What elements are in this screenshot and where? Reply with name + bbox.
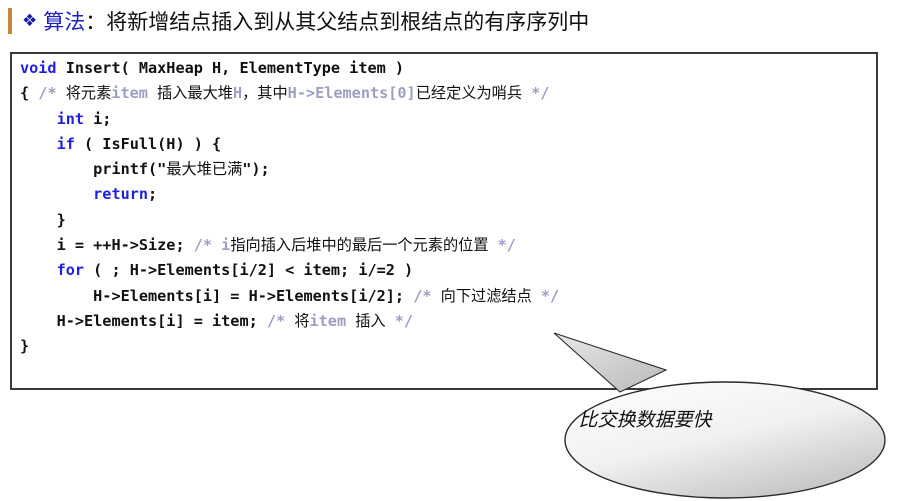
- code-text: ( IsFull(H) ) {: [74, 134, 222, 153]
- code-text: Insert( MaxHeap H, ElementType item ): [56, 59, 405, 77]
- code-listing: void Insert( MaxHeap H, ElementType item…: [20, 56, 559, 360]
- code-text: H->Elements[i] = H->Elements[i/2];: [93, 286, 414, 305]
- code-line: H->Elements[i] = item; /* 将item 插入 */: [20, 309, 559, 334]
- code-line: void Insert( MaxHeap H, ElementType item…: [20, 56, 559, 81]
- code-keyword: int: [56, 109, 85, 128]
- code-text: i;: [84, 109, 112, 128]
- code-block-container: void Insert( MaxHeap H, ElementType item…: [10, 52, 878, 390]
- heading-separator: ：: [85, 10, 107, 34]
- code-keyword: for: [56, 261, 85, 280]
- code-line: int i;: [20, 107, 559, 132]
- heading-keyword: 算法: [43, 10, 86, 34]
- code-keyword: return: [93, 185, 149, 204]
- code-keyword: void: [20, 59, 57, 77]
- code-line: return;: [20, 182, 559, 207]
- code-text: printf("最大堆已满");: [93, 160, 270, 179]
- code-comment: /* i指向插入后堆中的最后一个元素的位置 */: [193, 236, 516, 255]
- code-line: { /* 将元素item 插入最大堆H，其中H->Elements[0]已经定义…: [20, 81, 559, 106]
- code-text: H->Elements[i] = item;: [56, 311, 267, 330]
- code-line: if ( IsFull(H) ) {: [20, 132, 559, 157]
- diamond-bullet-icon: ❖: [22, 10, 38, 31]
- code-text: ( ; H->Elements[i/2] < item; i/=2 ): [84, 261, 414, 280]
- callout-ellipse: [564, 381, 886, 499]
- code-comment: /* 将item 插入 */: [266, 311, 414, 330]
- code-line: i = ++H->Size; /* i指向插入后堆中的最后一个元素的位置 */: [20, 233, 559, 258]
- code-line: printf("最大堆已满");: [20, 157, 559, 182]
- callout-label: 比交换数据要快: [578, 409, 712, 431]
- code-line: for ( ; H->Elements[i/2] < item; i/=2 ): [20, 258, 559, 283]
- code-text: i = ++H->Size;: [56, 236, 194, 255]
- code-line: H->Elements[i] = H->Elements[i/2]; /* 向下…: [20, 284, 559, 309]
- heading-accent-bar: [8, 8, 12, 34]
- code-text: {: [20, 84, 39, 103]
- code-text: }: [56, 210, 66, 229]
- code-text: ;: [148, 185, 158, 204]
- code-comment: /* 向下过滤结点 */: [413, 286, 560, 305]
- heading-description: 将新增结点插入到从其父结点到根结点的有序序列中: [106, 10, 590, 34]
- code-text: }: [20, 337, 30, 356]
- code-keyword: if: [56, 134, 75, 153]
- code-comment: /* 将元素item 插入最大堆H，其中H->Elements[0]已经定义为哨…: [38, 84, 550, 103]
- code-line: }: [20, 334, 559, 359]
- code-line: }: [20, 208, 559, 233]
- slide-heading: ❖ 算法 ： 将新增结点插入到从其父结点到根结点的有序序列中: [0, 4, 890, 38]
